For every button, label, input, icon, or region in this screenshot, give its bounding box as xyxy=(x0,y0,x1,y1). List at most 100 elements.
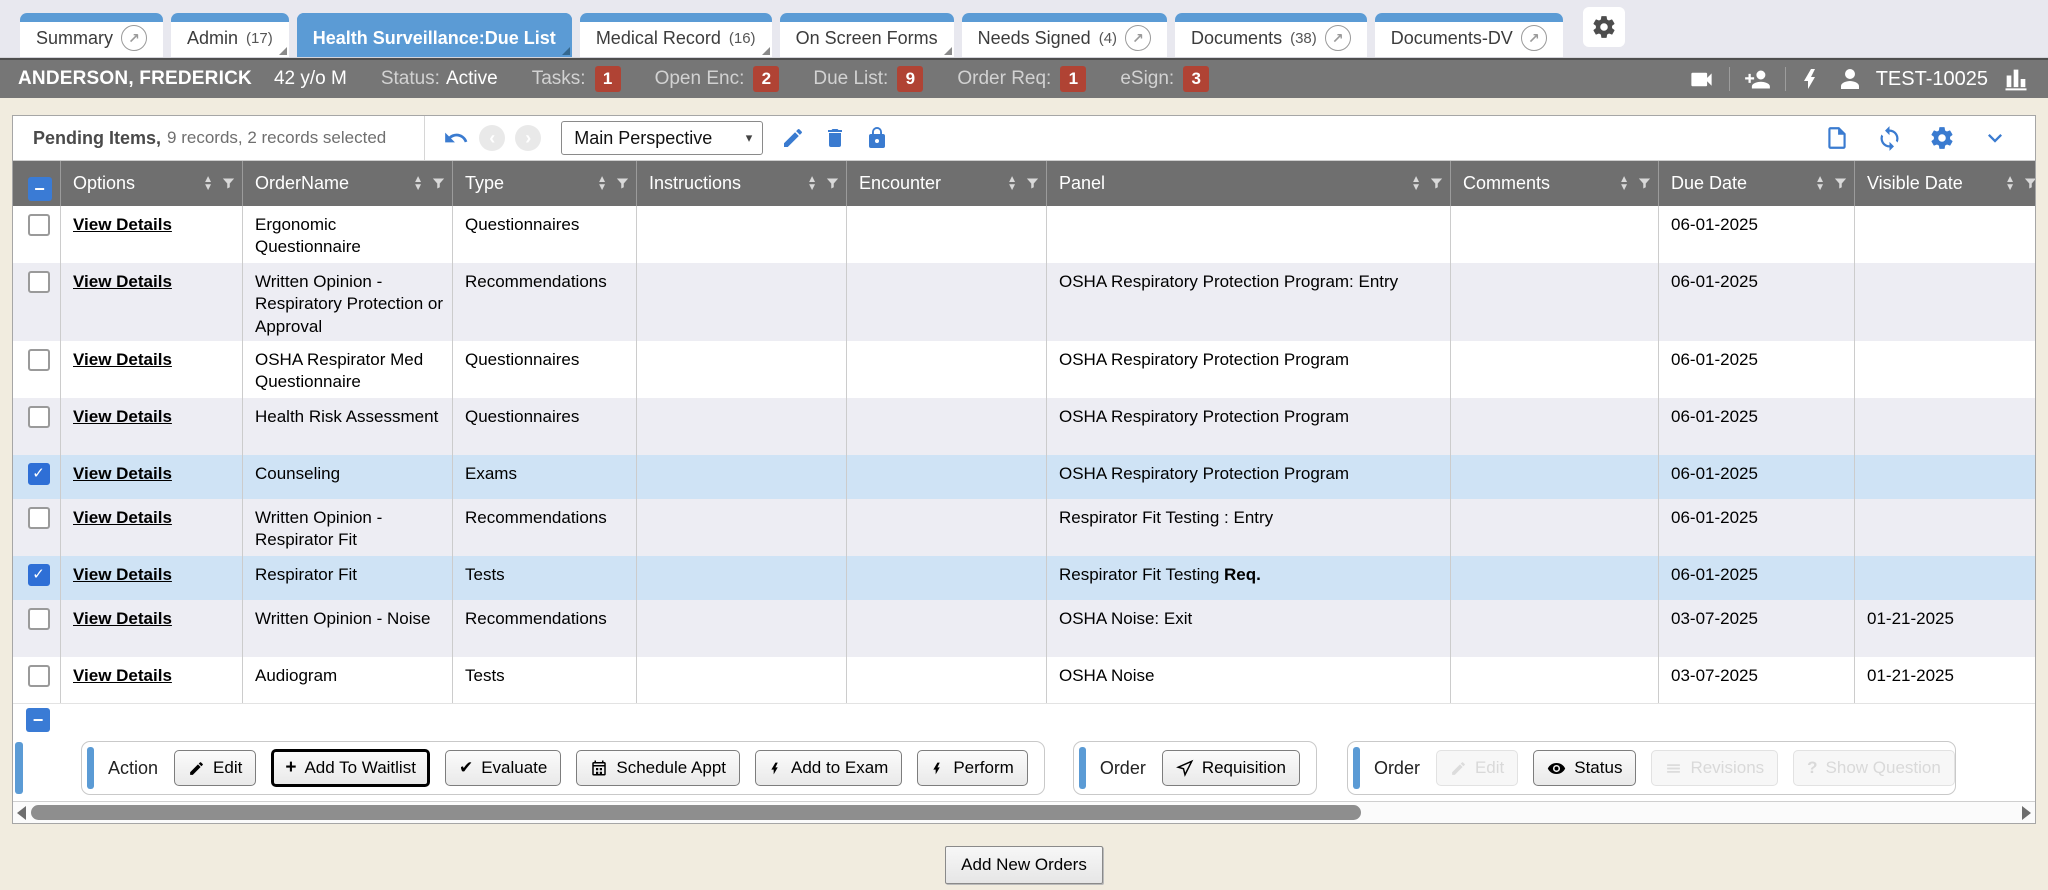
perspective-select[interactable]: Main Perspective ▾ xyxy=(561,121,763,155)
filter-icon[interactable] xyxy=(1429,175,1444,192)
column-header-visible-date[interactable]: Visible Date ▲▼ xyxy=(1855,161,2036,206)
scroll-right-arrow[interactable] xyxy=(2022,806,2031,820)
perform-button[interactable]: Perform xyxy=(917,750,1027,786)
lock-perspective-icon[interactable] xyxy=(865,126,889,150)
view-details-link[interactable]: View Details xyxy=(73,565,172,584)
grid-settings-icon[interactable] xyxy=(1929,125,1955,151)
instructions-cell xyxy=(637,556,847,600)
scrollbar-thumb[interactable] xyxy=(31,805,1361,820)
tab-medical-record[interactable]: Medical Record (16) xyxy=(580,13,772,57)
popout-icon[interactable]: ↗ xyxy=(121,25,147,51)
row-checkbox[interactable] xyxy=(28,507,50,529)
view-details-link[interactable]: View Details xyxy=(73,272,172,291)
filter-icon[interactable] xyxy=(825,175,840,192)
tab-documents-dv[interactable]: Documents-DV ↗ xyxy=(1375,13,1563,57)
view-details-link[interactable]: View Details xyxy=(73,407,172,426)
show-question-button[interactable]: ? Show Question xyxy=(1793,750,1955,786)
view-details-link[interactable]: View Details xyxy=(73,464,172,483)
order-edit-button[interactable]: Edit xyxy=(1436,750,1518,786)
edit-perspective-icon[interactable] xyxy=(781,126,805,150)
column-header-instructions[interactable]: Instructions ▲▼ xyxy=(637,161,847,206)
column-header-comments[interactable]: Comments ▲▼ xyxy=(1451,161,1659,206)
tab-admin[interactable]: Admin (17) xyxy=(171,13,289,57)
view-details-link[interactable]: View Details xyxy=(73,666,172,685)
row-checkbox[interactable] xyxy=(28,665,50,687)
refresh-icon[interactable] xyxy=(1876,125,1903,152)
column-header-panel[interactable]: Panel ▲▼ xyxy=(1047,161,1451,206)
visible-date-cell xyxy=(1855,206,2036,263)
prev-perspective-icon[interactable]: ‹ xyxy=(479,125,505,151)
select-all-checkbox[interactable]: − xyxy=(28,177,52,201)
schedule-appt-button[interactable]: Schedule Appt xyxy=(576,750,740,786)
add-to-waitlist-button[interactable]: + Add To Waitlist xyxy=(271,749,430,787)
open-enc-badge[interactable]: 2 xyxy=(753,66,779,92)
esign-badge[interactable]: 3 xyxy=(1183,66,1209,92)
sort-icon[interactable]: ▲▼ xyxy=(807,176,817,192)
due-list-badge[interactable]: 9 xyxy=(897,66,923,92)
filter-icon[interactable] xyxy=(2023,175,2036,192)
page-body: Pending Items, 9 records, 2 records sele… xyxy=(0,98,2048,884)
sort-icon[interactable]: ▲▼ xyxy=(1007,176,1017,192)
add-new-orders-button[interactable]: Add New Orders xyxy=(945,846,1103,884)
add-person-icon[interactable] xyxy=(1744,66,1771,93)
column-header-encounter[interactable]: Encounter ▲▼ xyxy=(847,161,1047,206)
row-checkbox-checked[interactable]: ✓ xyxy=(28,463,50,485)
chart-icon[interactable] xyxy=(2002,65,2030,93)
grid-toolbar: Pending Items, 9 records, 2 records sele… xyxy=(13,116,2035,161)
edit-button[interactable]: Edit xyxy=(174,750,256,786)
revisions-button[interactable]: Revisions xyxy=(1651,750,1778,786)
popout-icon[interactable]: ↗ xyxy=(1325,25,1351,51)
collapse-chevron-icon[interactable] xyxy=(1981,124,2009,152)
view-details-link[interactable]: View Details xyxy=(73,508,172,527)
next-perspective-icon[interactable]: › xyxy=(515,125,541,151)
row-checkbox-checked[interactable]: ✓ xyxy=(28,564,50,586)
row-checkbox[interactable] xyxy=(28,608,50,630)
filter-icon[interactable] xyxy=(615,175,630,192)
undo-icon[interactable] xyxy=(443,125,469,151)
sort-icon[interactable]: ▲▼ xyxy=(597,176,607,192)
column-header-type[interactable]: Type ▲▼ xyxy=(453,161,637,206)
tasks-badge[interactable]: 1 xyxy=(595,66,621,92)
order-req-badge[interactable]: 1 xyxy=(1060,66,1086,92)
tab-health-surveillance-due-list[interactable]: Health Surveillance:Due List xyxy=(297,13,572,57)
tab-documents[interactable]: Documents (38) ↗ xyxy=(1175,13,1367,57)
filter-icon[interactable] xyxy=(1637,175,1652,192)
tab-summary[interactable]: Summary ↗ xyxy=(20,13,163,57)
filter-icon[interactable] xyxy=(1025,175,1040,192)
view-details-link[interactable]: View Details xyxy=(73,609,172,628)
horizontal-scrollbar[interactable] xyxy=(13,801,2035,823)
requisition-button[interactable]: Requisition xyxy=(1162,750,1300,786)
popout-icon[interactable]: ↗ xyxy=(1125,25,1151,51)
column-header-options[interactable]: Options ▲▼ xyxy=(61,161,243,206)
status-button[interactable]: Status xyxy=(1533,750,1636,786)
add-to-exam-button[interactable]: Add to Exam xyxy=(755,750,902,786)
evaluate-button[interactable]: ✔ Evaluate xyxy=(445,750,561,786)
view-details-link[interactable]: View Details xyxy=(73,350,172,369)
row-checkbox[interactable] xyxy=(28,271,50,293)
tab-settings-button[interactable] xyxy=(1583,7,1625,47)
bolt-icon[interactable] xyxy=(1800,67,1824,91)
popout-icon[interactable]: ↗ xyxy=(1521,25,1547,51)
column-header-due-date[interactable]: Due Date ▲▼ xyxy=(1659,161,1855,206)
new-document-icon[interactable] xyxy=(1824,125,1850,151)
view-details-link[interactable]: View Details xyxy=(73,215,172,234)
row-checkbox[interactable] xyxy=(28,406,50,428)
tab-needs-signed[interactable]: Needs Signed (4) ↗ xyxy=(962,13,1167,57)
column-header-ordername[interactable]: OrderName ▲▼ xyxy=(243,161,453,206)
filter-icon[interactable] xyxy=(431,175,446,192)
tab-on-screen-forms[interactable]: On Screen Forms xyxy=(780,13,954,57)
filter-icon[interactable] xyxy=(1833,175,1848,192)
video-call-icon[interactable] xyxy=(1688,66,1715,93)
row-checkbox[interactable] xyxy=(28,214,50,236)
sort-icon[interactable]: ▲▼ xyxy=(203,176,213,192)
sort-icon[interactable]: ▲▼ xyxy=(1619,176,1629,192)
row-checkbox[interactable] xyxy=(28,349,50,371)
scroll-left-arrow[interactable] xyxy=(17,806,26,820)
sort-icon[interactable]: ▲▼ xyxy=(1815,176,1825,192)
footer-select-all-checkbox[interactable]: − xyxy=(26,708,50,732)
delete-perspective-icon[interactable] xyxy=(823,126,847,150)
sort-icon[interactable]: ▲▼ xyxy=(413,176,423,192)
sort-icon[interactable]: ▲▼ xyxy=(1411,176,1421,192)
sort-icon[interactable]: ▲▼ xyxy=(2005,176,2015,192)
filter-icon[interactable] xyxy=(221,175,236,192)
